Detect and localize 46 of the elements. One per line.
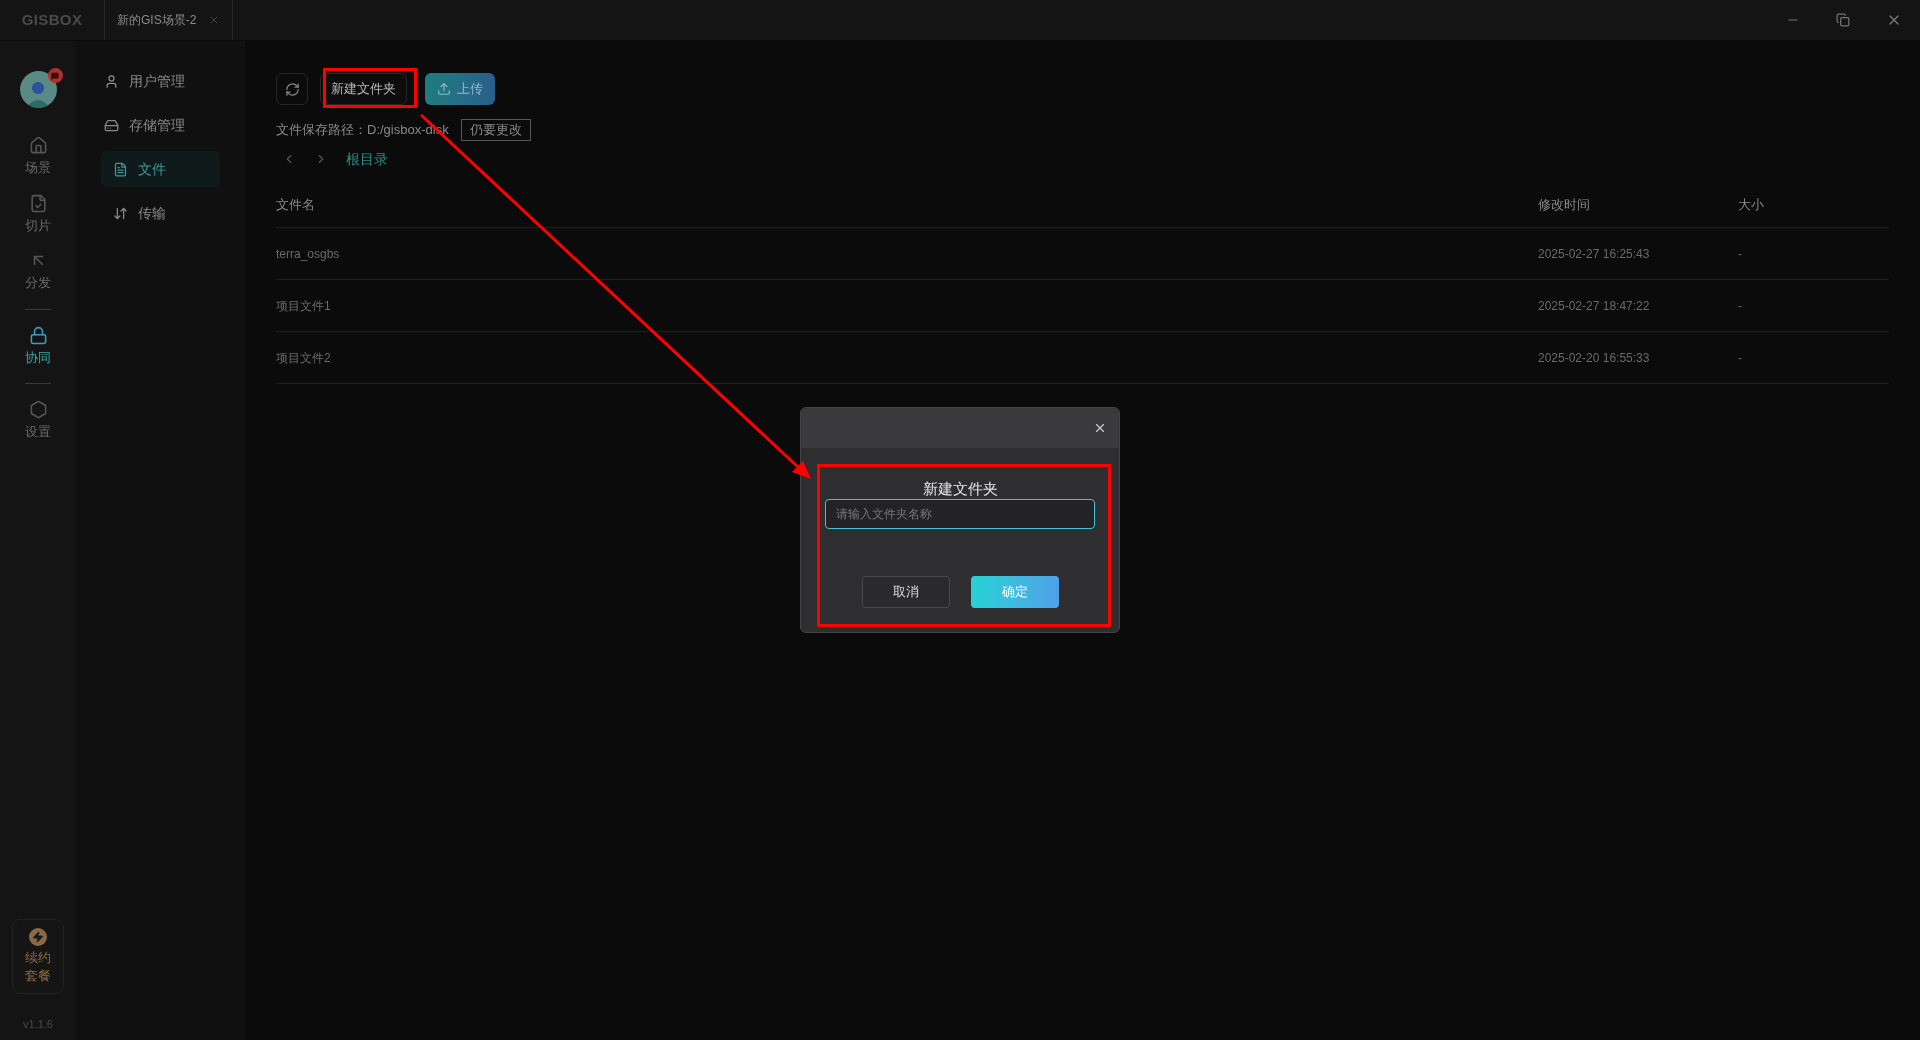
breadcrumb-link[interactable]: 根目录 (346, 148, 388, 170)
upload-icon (437, 82, 451, 96)
refresh-icon (284, 81, 300, 97)
rail-item[interactable]: 切片 (25, 185, 51, 243)
lightning-icon (29, 928, 47, 947)
rail-item[interactable]: 设置 (25, 392, 51, 450)
table-cell-text: - (1738, 245, 1742, 263)
rail-item[interactable]: 分发 (25, 243, 51, 301)
rail-item[interactable]: 场景 (25, 128, 51, 186)
restore-icon[interactable] (1836, 13, 1850, 27)
renew-plan-button[interactable]: 续约套餐 (12, 919, 64, 994)
lock-icon (28, 325, 48, 345)
sidebar-item[interactable]: 传输 (101, 195, 220, 231)
scene-tab[interactable]: 新的GIS场景-2 (105, 0, 234, 40)
sidebar-item[interactable]: 存储管理 (101, 107, 220, 143)
arrows-icon (113, 205, 128, 221)
table-cell-text: 2025-02-27 18:47:22 (1538, 297, 1650, 315)
user-icon (104, 73, 119, 89)
house-icon (28, 136, 48, 155)
change-path-button[interactable]: 仍要更改 (460, 119, 531, 141)
dialog-title: 新建文件夹 (922, 480, 998, 498)
file-check-icon (28, 193, 48, 213)
table-cell-text: - (1738, 297, 1742, 315)
avatar[interactable] (19, 71, 57, 108)
table-cell-text: 项目文件2 (276, 349, 331, 367)
file-icon (113, 161, 128, 177)
hexagon-icon (28, 400, 48, 419)
table-cell-text: terra_osgbs (276, 245, 340, 263)
refresh-button[interactable] (276, 73, 308, 105)
column-header: 文件名 (276, 196, 315, 215)
cancel-button[interactable]: 取消 (861, 576, 950, 608)
sidebar-item[interactable]: 用户管理 (101, 63, 220, 99)
storage-icon (104, 117, 119, 133)
new-folder-button[interactable]: 新建文件夹 (320, 73, 407, 105)
upload-button[interactable]: 上传 (425, 73, 495, 105)
table-cell-text: - (1738, 349, 1742, 367)
table-cell-text: 项目文件1 (276, 297, 331, 315)
folder-name-input[interactable]: 请输入文件夹名称 (825, 499, 1095, 529)
close-icon[interactable] (1093, 421, 1107, 435)
column-header: 修改时间 (1538, 196, 1590, 215)
column-header: 大小 (1738, 196, 1764, 215)
sidebar-item[interactable]: 文件 (101, 151, 220, 187)
table-cell-text: 2025-02-27 16:25:43 (1538, 245, 1650, 263)
message-icon (51, 71, 59, 80)
rail-item[interactable]: 协同 (25, 317, 51, 375)
table-cell-text: 2025-02-20 16:55:33 (1538, 349, 1650, 367)
